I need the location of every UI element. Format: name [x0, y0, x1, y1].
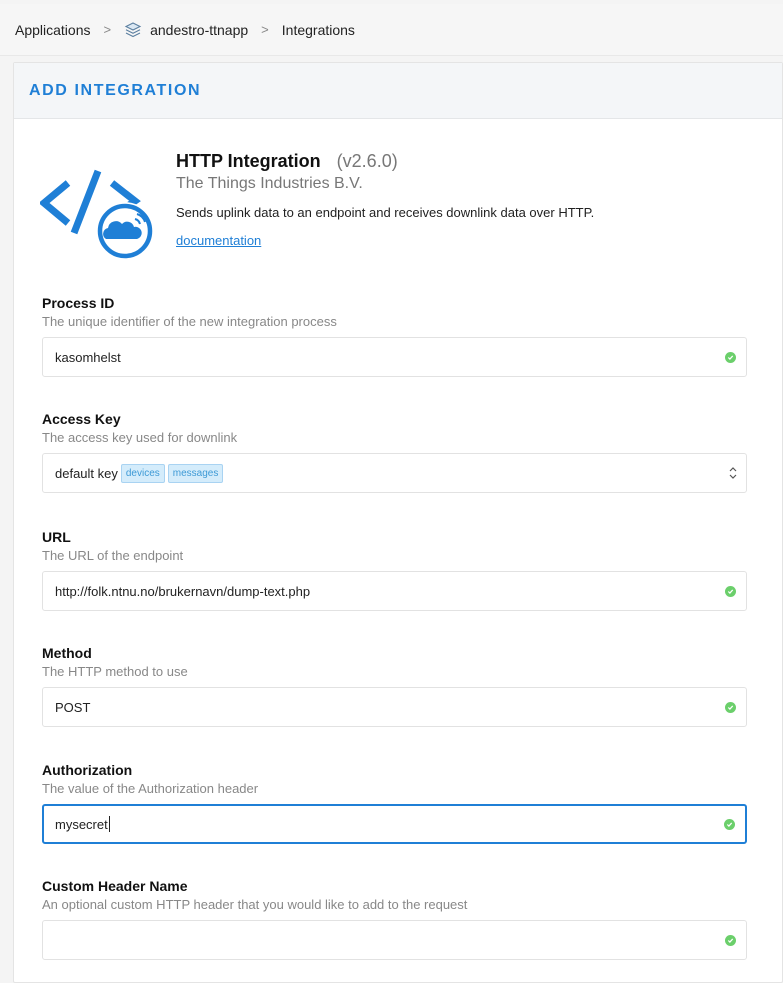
breadcrumb-app[interactable]: andestro-ttnapp: [124, 21, 248, 39]
field-label: Access Key: [42, 411, 121, 427]
field-label: Process ID: [42, 295, 115, 311]
field-help: The HTTP method to use: [42, 664, 188, 679]
method-input[interactable]: POST: [42, 687, 747, 727]
page-title: ADD INTEGRATION: [29, 81, 202, 99]
process-id-input[interactable]: kasomhelst: [42, 337, 747, 377]
integration-name: HTTP Integration: [176, 151, 321, 171]
valid-check-icon: [725, 351, 736, 363]
breadcrumb-applications[interactable]: Applications: [15, 22, 91, 38]
http-integration-logo-icon: [38, 151, 160, 261]
input-value: POST: [55, 699, 91, 715]
rights-tag-messages: messages: [167, 463, 224, 483]
card-header: ADD INTEGRATION: [14, 63, 782, 119]
integration-info: HTTP Integration (v2.6.0) The Things Ind…: [176, 151, 594, 250]
valid-check-icon: [725, 585, 736, 597]
integration-description: Sends uplink data to an endpoint and rec…: [176, 205, 595, 220]
input-value: mysecret: [55, 816, 108, 832]
access-key-select[interactable]: default key devices messages: [42, 453, 747, 493]
field-label: Custom Header Name: [42, 878, 188, 894]
integration-intro: HTTP Integration (v2.6.0) The Things Ind…: [14, 119, 782, 269]
custom-header-name-input[interactable]: [42, 920, 747, 960]
layers-icon: [124, 21, 142, 39]
rights-tag-devices: devices: [120, 463, 165, 483]
process-id-field: Process ID The unique identifier of the …: [42, 295, 747, 377]
chevron-right-icon: >: [261, 22, 269, 37]
valid-check-icon: [725, 701, 736, 713]
valid-check-icon: [725, 934, 736, 946]
field-help: The URL of the endpoint: [42, 548, 184, 563]
field-label: URL: [42, 529, 71, 545]
field-label: Method: [42, 645, 92, 661]
input-value: kasomhelst: [55, 349, 121, 365]
method-field: Method The HTTP method to use POST: [42, 645, 747, 727]
field-label: Authorization: [42, 762, 133, 778]
field-help: The value of the Authorization header: [42, 781, 259, 796]
field-help: An optional custom HTTP header that you …: [42, 897, 468, 912]
integration-heading: HTTP Integration (v2.6.0): [176, 151, 594, 172]
breadcrumb-integrations[interactable]: Integrations: [282, 22, 355, 38]
url-input[interactable]: http://folk.ntnu.no/brukernavn/dump-text…: [42, 571, 747, 611]
valid-check-icon: [724, 818, 735, 830]
breadcrumb: Applications > andestro-ttnapp > Integra…: [0, 4, 783, 56]
text-cursor: [108, 816, 110, 832]
chevron-right-icon: >: [103, 22, 112, 37]
integration-vendor: The Things Industries B.V.: [176, 175, 363, 192]
field-help: The access key used for downlink: [42, 430, 238, 445]
select-arrows-icon: [728, 466, 738, 480]
authorization-field: Authorization The value of the Authoriza…: [42, 762, 747, 844]
access-key-field: Access Key The access key used for downl…: [42, 411, 747, 493]
add-integration-card: ADD INTEGRATION HTTP Integration (v2.6.0…: [13, 62, 783, 983]
input-value: http://folk.ntnu.no/brukernavn/dump-text…: [55, 583, 311, 599]
field-help: The unique identifier of the new integra…: [42, 314, 337, 329]
integration-version: (v2.6.0): [336, 151, 398, 171]
authorization-input[interactable]: mysecret: [42, 804, 747, 844]
select-value: default key: [55, 465, 118, 481]
custom-header-name-field: Custom Header Name An optional custom HT…: [42, 878, 747, 960]
url-field: URL The URL of the endpoint http://folk.…: [42, 529, 747, 611]
breadcrumb-app-label: andestro-ttnapp: [150, 21, 249, 38]
documentation-link[interactable]: documentation: [176, 233, 261, 248]
